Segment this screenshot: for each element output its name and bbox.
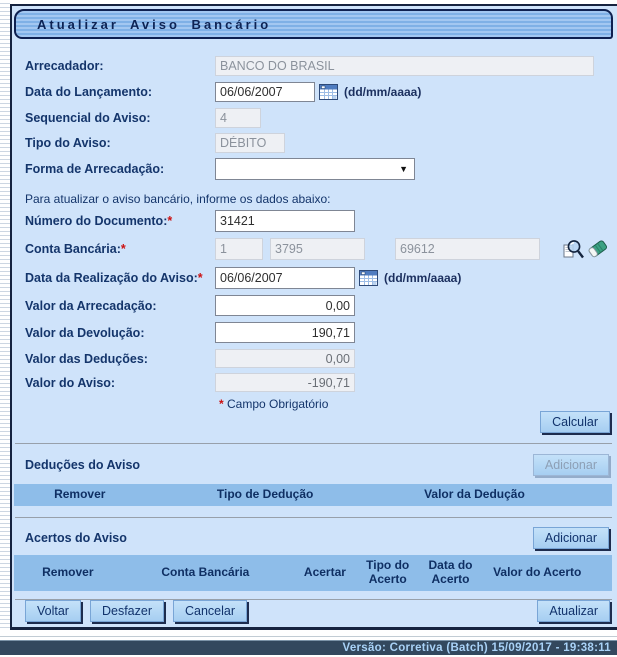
page-title: Atualizar Aviso Bancário [16,17,271,32]
field-row-valor-aviso: Valor do Aviso: [25,373,617,392]
valor-devolucao-label: Valor da Devolução: [25,326,215,340]
valor-arrecadacao-input[interactable] [215,295,355,316]
conta-agencia-field [270,238,365,260]
acertos-col-data: Data do Acerto [415,559,487,587]
acertos-adicionar-button[interactable]: Adicionar [533,527,609,549]
required-asterisk: * [121,242,126,256]
data-realizacao-label: Data da Realização do Aviso:* [25,271,215,285]
field-row-arrecadador: Arrecadador: [25,56,617,76]
deducoes-section-header: Deduções do Aviso Adicionar [25,453,609,476]
arrecadador-label: Arrecadador: [25,59,215,73]
field-row-valor-devolucao: Valor da Devolução: [25,322,617,343]
acertos-col-valor: Valor do Acerto [486,566,588,580]
valor-aviso-label: Valor do Aviso: [25,376,215,390]
field-row-data-lancamento: Data do Lançamento: (dd/mm/aaaa) [25,81,617,103]
field-row-data-realizacao: Data da Realização do Aviso:* (dd/mm/aaa… [25,267,617,289]
required-asterisk: * [167,214,172,228]
calendar-icon [359,270,378,286]
deducoes-title: Deduções do Aviso [25,458,140,472]
numero-documento-input[interactable] [215,210,355,232]
tipo-aviso-field [215,133,285,153]
data-lancamento-label: Data do Lançamento: [25,85,215,99]
deducoes-table-header: Remover Tipo de Dedução Valor da Dedução [14,484,612,506]
conta-numero-field [395,238,540,260]
forma-arrecadacao-label: Forma de Arrecadação: [25,162,215,176]
desfazer-button[interactable]: Desfazer [90,600,164,622]
conta-search-button[interactable] [562,238,585,260]
field-row-valor-deducoes: Valor das Deduções: [25,349,617,368]
valor-deducoes-field [215,349,355,368]
deducoes-col-tipo: Tipo de Dedução [146,488,385,502]
divider [15,443,612,444]
acertos-section-header: Acertos do Aviso Adicionar [25,527,609,550]
deducoes-col-valor: Valor da Dedução [385,488,564,502]
acertos-table-header: Remover Conta Bancária Acertar Tipo do A… [14,555,612,591]
chevron-down-icon: ▼ [399,165,414,174]
field-row-valor-arrecadacao: Valor da Arrecadação: [25,295,617,316]
form-area: Arrecadador: Data do Lançamento: (dd/mm/… [12,56,617,435]
data-realizacao-calendar-button[interactable] [359,267,378,289]
field-row-numero-documento: Número do Documento:* [25,210,617,232]
acertos-title: Acertos do Aviso [25,531,127,545]
page-title-tab: Atualizar Aviso Bancário [14,9,613,39]
calcular-button[interactable]: Calcular [540,411,610,433]
version-footer: Versão: Corretiva (Batch) 15/09/2017 - 1… [0,640,617,655]
instruction-text: Para atualizar o aviso bancário, informe… [25,192,617,206]
acertos-col-acertar: Acertar [289,566,361,580]
data-lancamento-input[interactable] [215,82,315,102]
left-edge-decoration [0,0,10,631]
field-row-conta-bancaria: Conta Bancária:* [25,238,617,260]
cancelar-button[interactable]: Cancelar [173,600,247,622]
field-row-sequencial: Sequencial do Aviso: [25,108,617,128]
version-text: Versão: Corretiva (Batch) 15/09/2017 - 1… [342,642,611,654]
valor-devolucao-input[interactable] [215,322,355,343]
deducoes-col-remover: Remover [14,488,146,502]
forma-arrecadacao-select[interactable]: ▼ [215,158,415,180]
voltar-button[interactable]: Voltar [25,600,81,622]
eraser-icon [586,238,610,261]
conta-banco-field [215,238,263,260]
deducoes-adicionar-button[interactable]: Adicionar [533,454,609,476]
sequencial-label: Sequencial do Aviso: [25,111,215,125]
valor-aviso-field [215,373,355,392]
acertos-col-conta: Conta Bancária [122,566,289,580]
date-format-hint: (dd/mm/aaaa) [344,85,421,99]
acertos-col-tipo: Tipo do Acerto [361,559,415,587]
sequencial-field [215,108,261,128]
divider [15,517,612,518]
field-row-forma-arrecadacao: Forma de Arrecadação: ▼ [25,158,617,180]
main-panel: Atualizar Aviso Bancário Arrecadador: Da… [10,4,617,630]
valor-arrecadacao-label: Valor da Arrecadação: [25,299,215,313]
search-icon [562,238,585,261]
footer-divider [0,636,617,637]
data-realizacao-input[interactable] [215,267,355,289]
field-row-tipo-aviso: Tipo do Aviso: [25,133,617,153]
required-note: * Campo Obrigatório [219,397,617,411]
calendar-icon [319,84,338,100]
valor-deducoes-label: Valor das Deduções: [25,352,215,366]
numero-documento-label: Número do Documento:* [25,214,215,228]
atualizar-button[interactable]: Atualizar [537,600,610,622]
required-asterisk: * [198,271,203,285]
acertos-col-remover: Remover [14,566,122,580]
conta-clear-button[interactable] [586,238,610,260]
conta-bancaria-label: Conta Bancária:* [25,242,215,256]
data-lancamento-calendar-button[interactable] [319,81,338,103]
arrecadador-field [215,56,594,76]
date-format-hint: (dd/mm/aaaa) [384,271,461,285]
bottom-button-bar: Voltar Desfazer Cancelar Atualizar [25,600,610,622]
tipo-aviso-label: Tipo do Aviso: [25,136,215,150]
